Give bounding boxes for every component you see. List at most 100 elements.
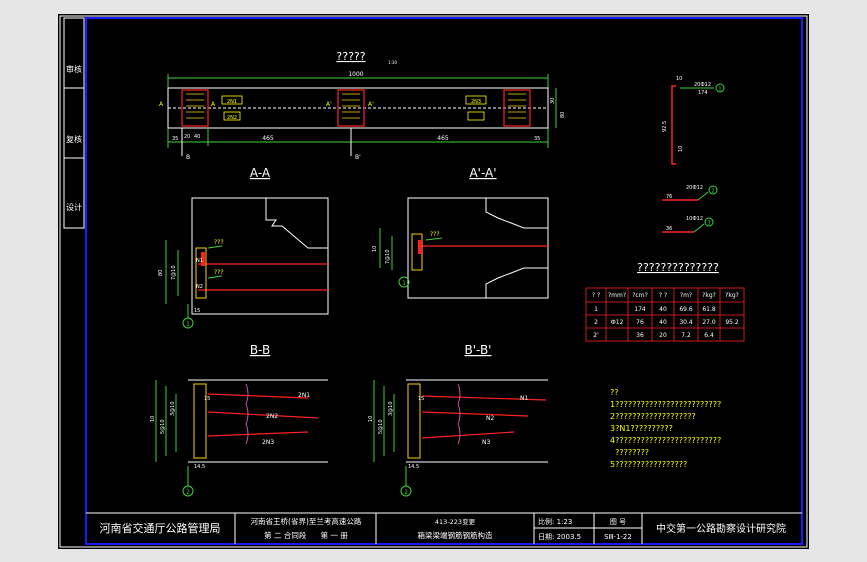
tb-project-1: 河南省王桥(省界)至兰考高速公路 xyxy=(251,516,362,526)
aa2-dim-10: 10 xyxy=(372,246,378,252)
plan-dim-right: 35 xyxy=(534,136,540,142)
rebar-n3-callout: 3 xyxy=(707,221,710,227)
aa-note-1: ??? xyxy=(214,239,224,246)
plan-height-80: 80 xyxy=(560,112,566,118)
tb-drawing-2: 箱梁梁端钢筋钢筋构造 xyxy=(418,530,493,540)
table-cell: 40 xyxy=(659,306,667,313)
plan-scale-note: 1:30 xyxy=(388,60,397,65)
table-cell: 20 xyxy=(659,332,667,339)
rebar-n1-shape xyxy=(671,85,676,165)
table-title: ?????????????? xyxy=(637,261,719,274)
bb-bar-2n1: 2N1 xyxy=(298,392,310,399)
cut-a2-left: A' xyxy=(326,101,332,108)
bb2-dim-5at10: 5@10 xyxy=(378,419,384,434)
aa-dim-7at10: 7@10 xyxy=(171,265,177,280)
plan-dim-20: 20 xyxy=(184,134,190,140)
aa-dim-15: 15 xyxy=(194,308,200,314)
cut-a-right: A xyxy=(211,101,216,108)
cut-b-bottom: B xyxy=(186,154,190,161)
plan-span-left: 465 xyxy=(262,135,274,142)
table-cell: 2 xyxy=(594,319,598,326)
sheet-border xyxy=(59,15,808,548)
tb-drawing-1: 413-223变更 xyxy=(435,517,476,526)
rebar-details: 20Ф12 174 1 92.5 10 10 20Ф12 76 2 10Ф12 … xyxy=(662,76,725,233)
table-cell: 6.4 xyxy=(704,332,714,339)
cut-a2-right: A' xyxy=(368,101,374,108)
dim-total: 1000 xyxy=(348,71,363,78)
table-header-cell: ? ? xyxy=(592,292,600,299)
table-cell: 95.2 xyxy=(725,319,739,326)
aa-note-2: ??? xyxy=(214,269,224,276)
table-cell: 76 xyxy=(636,319,644,326)
plan-bolt-label-3: 2N3 xyxy=(471,99,481,105)
table-cell: 61.8 xyxy=(702,306,716,313)
note-line-5: 5????????????????? xyxy=(610,460,687,469)
table-cell: 30.4 xyxy=(679,319,693,326)
tb-scale: 比例: 1:23 xyxy=(538,517,572,526)
bb-bar-2n2: 2N2 xyxy=(266,413,278,420)
aa-bar-n1: N1 xyxy=(196,258,203,264)
section-a-a: A-A ??? ??? N1 N2 80 7@10 15 1 xyxy=(158,166,329,329)
cad-drawing: 审核 复核 设计 ????? 1:30 1000 2N1 2N2 2N3 A A… xyxy=(59,15,808,548)
note-line-2: 2??????????????????? xyxy=(610,412,696,421)
tb-project-2: 第 二 合同段 第 一 册 xyxy=(264,530,348,540)
table-header-cell: ?mm? xyxy=(608,292,626,299)
tb-date: 日期: 2003.5 xyxy=(538,533,581,541)
tb-sheet-label: 图 号 xyxy=(610,518,626,526)
rebar-n2-length: 76 xyxy=(666,194,672,200)
plan-height-30: 30 xyxy=(550,98,556,104)
bb-bar-2n3: 2N3 xyxy=(262,439,274,446)
table-header-cell: ?kg? xyxy=(725,292,739,299)
rebar-n2-label: 20Ф12 xyxy=(686,185,703,191)
table-cell: 1 xyxy=(594,306,598,313)
bb2-dim-14-5: 14.5 xyxy=(408,464,419,470)
rebar-n1-label: 20Ф12 xyxy=(694,82,711,88)
table-header-cell: ?kg? xyxy=(702,292,716,299)
table-cell: Ф12 xyxy=(611,319,624,326)
material-table: ?????????????? ? ? ?mm? ?cm? ? ? ?m? ?kg? ?kg?… xyxy=(585,261,745,342)
aa2-note: ??? xyxy=(430,231,440,238)
note-line-3: 3?N1?????????? xyxy=(610,424,673,433)
bb-dim-3at10: 3@10 xyxy=(170,401,176,416)
plan-view: ????? 1:30 1000 2N1 2N2 2N3 A A A' A' B xyxy=(159,50,566,161)
bb-callout: 2 xyxy=(186,489,190,496)
notes-block: ?? 1????????????????????????? 2?????????… xyxy=(610,388,721,469)
strip-check: 复核 xyxy=(66,134,82,144)
section-bb-title: B-B xyxy=(250,343,270,357)
bb2-bar-n2: N2 xyxy=(486,415,494,422)
table-cell: 174 xyxy=(634,306,646,313)
bb-dim-1: 10 xyxy=(150,416,156,422)
table-cell: 40 xyxy=(659,319,667,326)
rebar-n1-dim: 92.5 xyxy=(662,121,668,132)
side-strip: 审核 复核 设计 xyxy=(63,17,85,229)
aa-callout: 1 xyxy=(186,321,190,328)
aa2-callout: 1 xyxy=(402,280,406,287)
tb-org: 河南省交通厅公路管理局 xyxy=(100,521,221,535)
plan-dim-40: 40 xyxy=(194,134,200,140)
plan-span-right: 465 xyxy=(437,135,449,142)
rebar-n1-dim-top: 10 xyxy=(676,76,682,82)
rebar-n2-callout: 2 xyxy=(711,189,714,195)
plan-dim-35: 35 xyxy=(172,136,178,142)
rebar-n3-label: 10Ф12 xyxy=(686,216,703,222)
rebar-n1-callout: 1 xyxy=(718,87,721,93)
section-bb2-title: B'-B' xyxy=(465,343,492,357)
section-b-b: B-B 2N1 2N2 2N3 10 5@10 3@10 15 14.5 2 xyxy=(150,343,328,497)
rebar-cluster-right xyxy=(503,89,531,127)
tb-institute: 中交第一公路勘察设计研究院 xyxy=(656,522,786,535)
table-header-cell: ? ? xyxy=(659,292,667,299)
section-aa2-title: A'-A' xyxy=(469,166,496,180)
bb2-dim-3at10: 3@10 xyxy=(388,401,394,416)
aa-bar-n2: N2 xyxy=(196,284,203,290)
rebar-n1-dim-bottom: 10 xyxy=(678,146,684,152)
plan-bolt-label-1: 2N1 xyxy=(227,99,237,105)
notes-heading: ?? xyxy=(610,388,619,397)
table-header-cell: ?m? xyxy=(680,292,692,299)
table-cell: 27.0 xyxy=(702,319,716,326)
aa2-dim-7at10: 7@10 xyxy=(385,249,391,264)
cut-a-left: A xyxy=(159,101,164,108)
bb-dim-15: 15 xyxy=(204,396,210,402)
section-a2-a2: A'-A' ??? 10 7@10 1 xyxy=(372,166,549,299)
bb-dim-5at10: 5@10 xyxy=(160,419,166,434)
bb2-bar-n1: N1 xyxy=(520,395,528,402)
